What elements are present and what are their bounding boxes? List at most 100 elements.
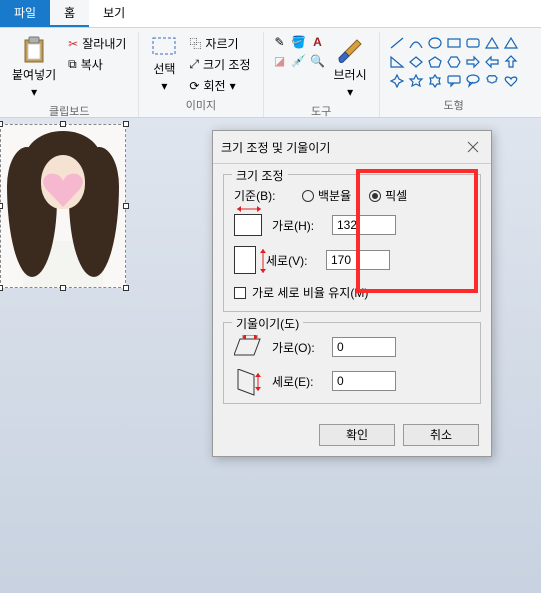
- canvas-image[interactable]: [0, 124, 126, 288]
- crop-button[interactable]: ⿻ 자르기: [185, 34, 254, 53]
- heart-icon: [41, 169, 85, 209]
- portrait-placeholder: [1, 125, 125, 287]
- vertical-resize-icon: [234, 246, 256, 274]
- skew-h-input[interactable]: [332, 337, 396, 357]
- resize-dialog: 크기 조정 및 기울이기 크기 조정 기준(B): 백분율 픽셀: [212, 130, 492, 457]
- chevron-down-icon: ▾: [347, 85, 353, 99]
- dialog-title-text: 크기 조정 및 기울이기: [221, 139, 330, 156]
- ribbon-group-clipboard: 붙여넣기 ▾ ✂ 잘라내기 ⧉ 복사 클립보드: [0, 32, 139, 117]
- shape-star6[interactable]: [426, 72, 444, 90]
- resize-legend: 크기 조정: [232, 167, 288, 184]
- resize-icon: ⤢: [189, 57, 199, 72]
- height-input[interactable]: [326, 250, 390, 270]
- cancel-button[interactable]: 취소: [403, 424, 479, 446]
- canvas-area[interactable]: 크기 조정 및 기울이기 크기 조정 기준(B): 백분율 픽셀: [0, 118, 541, 593]
- chevron-down-icon: ▾: [31, 85, 37, 99]
- resize-handle[interactable]: [0, 203, 3, 209]
- ok-button[interactable]: 확인: [319, 424, 395, 446]
- checkbox-icon: [234, 287, 246, 299]
- resize-fieldset: 크기 조정 기준(B): 백분율 픽셀: [223, 174, 481, 312]
- select-icon: [151, 36, 177, 58]
- menubar: 파일 홈 보기: [0, 0, 541, 28]
- paste-button[interactable]: 붙여넣기 ▾: [8, 34, 60, 101]
- copy-icon: ⧉: [68, 57, 77, 72]
- zoom-tool[interactable]: 🔍: [310, 53, 326, 69]
- chevron-down-icon: ▾: [230, 79, 236, 93]
- resize-handle[interactable]: [0, 285, 3, 291]
- resize-handle[interactable]: [60, 121, 66, 127]
- shape-callout-rect[interactable]: [445, 72, 463, 90]
- shape-star5[interactable]: [407, 72, 425, 90]
- skew-v-input[interactable]: [332, 371, 396, 391]
- select-button[interactable]: 선택 ▾: [147, 34, 181, 95]
- shape-arrow-u[interactable]: [502, 53, 520, 71]
- shape-arrow-l[interactable]: [483, 53, 501, 71]
- resize-handle[interactable]: [123, 285, 129, 291]
- skew-fieldset: 기울이기(도) 가로(O): 세로(E):: [223, 322, 481, 404]
- text-tool[interactable]: A: [310, 34, 326, 50]
- resize-handle[interactable]: [123, 203, 129, 209]
- shape-diamond[interactable]: [407, 53, 425, 71]
- ribbon-group-tools: ✎ 🪣 A ◪ 💉 🔍 브러시 ▾ 도구: [264, 32, 380, 117]
- shape-heart[interactable]: [502, 72, 520, 90]
- menu-home[interactable]: 홈: [50, 0, 89, 27]
- copy-label: 복사: [81, 56, 103, 73]
- menu-view[interactable]: 보기: [89, 0, 139, 27]
- shape-arrow-r[interactable]: [464, 53, 482, 71]
- radio-percent[interactable]: 백분율: [302, 187, 351, 204]
- shape-callout-cloud[interactable]: [483, 72, 501, 90]
- skew-legend: 기울이기(도): [232, 315, 303, 332]
- aspect-checkbox[interactable]: 가로 세로 비율 유지(M): [234, 284, 470, 301]
- shape-callout-round[interactable]: [464, 72, 482, 90]
- resize-label: 크기 조정: [203, 56, 251, 73]
- ribbon-group-image: 선택 ▾ ⿻ 자르기 ⤢ 크기 조정 ⟳ 회전 ▾ 이미지: [139, 32, 263, 117]
- shape-roundrect[interactable]: [464, 34, 482, 52]
- select-label: 선택: [153, 60, 175, 77]
- paste-label: 붙여넣기: [12, 66, 56, 83]
- shape-rect[interactable]: [445, 34, 463, 52]
- aspect-label: 가로 세로 비율 유지(M): [252, 284, 368, 301]
- brush-icon: [335, 36, 365, 64]
- width-input[interactable]: [332, 215, 396, 235]
- resize-handle[interactable]: [60, 285, 66, 291]
- horiz-label: 가로(H):: [272, 217, 322, 234]
- clipboard-icon: [21, 36, 47, 64]
- resize-button[interactable]: ⤢ 크기 조정: [185, 55, 254, 74]
- image-group-label: 이미지: [186, 95, 216, 115]
- resize-handle[interactable]: [0, 121, 3, 127]
- brush-button[interactable]: 브러시 ▾: [330, 34, 371, 101]
- shape-right-tri[interactable]: [388, 53, 406, 71]
- resize-handle[interactable]: [123, 121, 129, 127]
- skew-h-label: 가로(O):: [272, 339, 322, 356]
- rotate-button[interactable]: ⟳ 회전 ▾: [185, 76, 254, 95]
- picker-tool[interactable]: 💉: [291, 53, 307, 69]
- shape-star4[interactable]: [388, 72, 406, 90]
- shapes-group-label: 도형: [444, 95, 464, 115]
- horizontal-skew-icon: [234, 335, 262, 359]
- basis-label: 기준(B):: [234, 187, 282, 204]
- close-icon: [467, 141, 479, 153]
- fill-tool[interactable]: 🪣: [291, 34, 307, 50]
- shape-hexagon[interactable]: [445, 53, 463, 71]
- cut-button[interactable]: ✂ 잘라내기: [64, 34, 130, 53]
- shape-curve[interactable]: [407, 34, 425, 52]
- cut-label: 잘라내기: [82, 35, 126, 52]
- rotate-label: 회전: [203, 77, 225, 94]
- crop-label: 자르기: [205, 35, 238, 52]
- close-button[interactable]: [463, 137, 483, 157]
- menu-file[interactable]: 파일: [0, 0, 50, 27]
- pencil-tool[interactable]: ✎: [272, 34, 288, 50]
- brush-label: 브러시: [334, 66, 367, 83]
- dialog-titlebar[interactable]: 크기 조정 및 기울이기: [213, 131, 491, 164]
- eraser-tool[interactable]: ◪: [272, 53, 288, 69]
- shape-line[interactable]: [388, 34, 406, 52]
- shape-pentagon[interactable]: [426, 53, 444, 71]
- radio-pixel[interactable]: 픽셀: [369, 187, 407, 204]
- ribbon-group-shapes: 도형: [380, 32, 528, 117]
- shapes-gallery[interactable]: [388, 34, 520, 90]
- radio-percent-label: 백분율: [318, 187, 351, 204]
- shape-polygon[interactable]: [483, 34, 501, 52]
- copy-button[interactable]: ⧉ 복사: [64, 55, 130, 74]
- shape-triangle[interactable]: [502, 34, 520, 52]
- shape-oval[interactable]: [426, 34, 444, 52]
